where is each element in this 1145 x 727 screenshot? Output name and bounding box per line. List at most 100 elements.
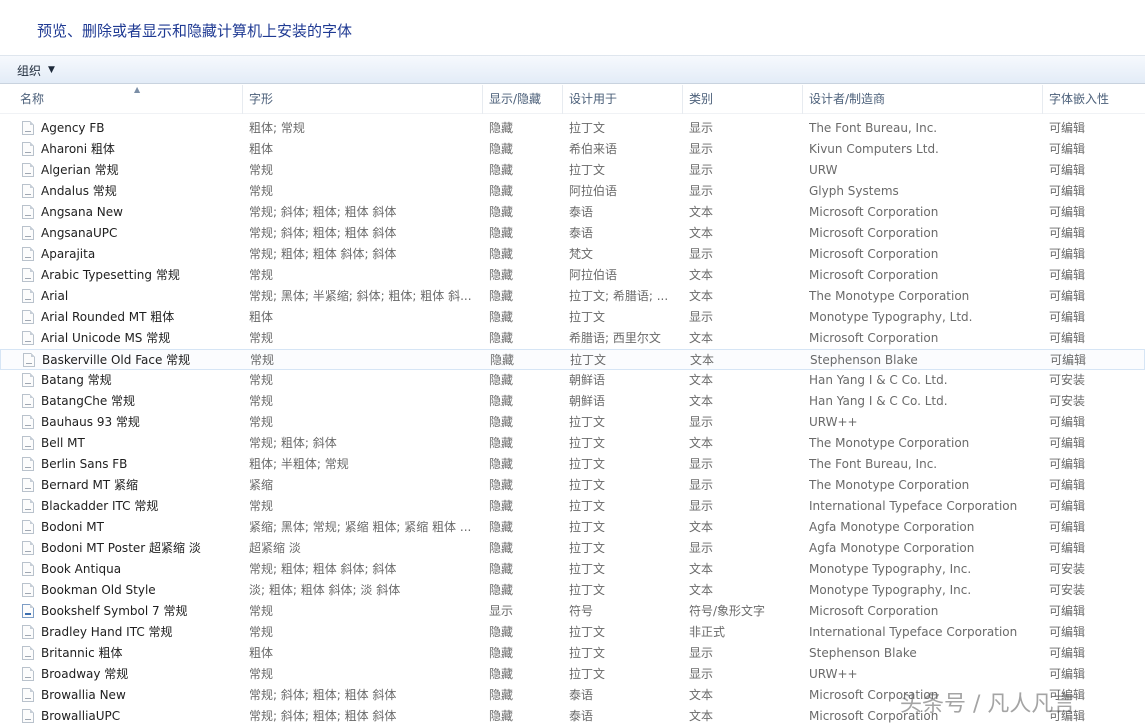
cell-style: 超紧缩 淡 [249, 541, 301, 555]
cell-embeddability: 可编辑 [1049, 247, 1086, 261]
font-file-icon [22, 604, 34, 618]
cell-visibility: 隐藏 [489, 142, 514, 156]
cell-name: Bauhaus 93 常规 [41, 415, 140, 429]
cell-visibility: 隐藏 [489, 688, 514, 702]
cell-designed-for: 拉丁文 [569, 121, 606, 135]
table-row[interactable]: Andalus 常规 常规 隐藏 阿拉伯语 显示 Glyph Systems 可编辑 [0, 181, 1145, 202]
cell-visibility: 隐藏 [489, 478, 514, 492]
table-row[interactable]: Blackadder ITC 常规 常规 隐藏 拉丁文 显示 International … [0, 496, 1145, 517]
table-row[interactable]: Arial Unicode MS 常规 常规 隐藏 希腊语; 西里尔文 文本 Micros… [0, 328, 1145, 349]
cell-category: 文本 [689, 331, 714, 345]
table-row[interactable]: Arabic Typesetting 常规 常规 隐藏 阿拉伯语 文本 Microsoft… [0, 265, 1145, 286]
font-file-icon [22, 583, 34, 597]
cell-visibility: 隐藏 [489, 184, 514, 198]
cell-name: Andalus 常规 [41, 184, 117, 198]
table-row[interactable]: Bodoni MT 紧缩; 黑体; 常规; 紧缩 粗体; 紧缩 粗体 ... 隐藏 拉… [0, 517, 1145, 538]
table-row[interactable]: Angsana New 常规; 斜体; 粗体; 粗体 斜体 隐藏 泰语 文本 Micros… [0, 202, 1145, 223]
table-row[interactable]: Aparajita 常规; 粗体; 粗体 斜体; 斜体 隐藏 梵文 显示 Microsof… [0, 244, 1145, 265]
cell-designer: Stephenson Blake [810, 353, 918, 367]
table-row[interactable]: Book Antiqua 常规; 粗体; 粗体 斜体; 斜体 隐藏 拉丁文 文本 Mono… [0, 559, 1145, 580]
sort-ascending-icon: ▲ [134, 85, 141, 94]
column-header-category[interactable]: 类别 [683, 85, 803, 114]
cell-designer: The Font Bureau, Inc. [809, 121, 938, 135]
cell-embeddability: 可安装 [1049, 394, 1086, 408]
table-row[interactable]: Bookman Old Style 淡; 粗体; 粗体 斜体; 淡 斜体 隐藏 拉丁文… [0, 580, 1145, 601]
cell-embeddability: 可编辑 [1049, 667, 1086, 681]
cell-name: Algerian 常规 [41, 163, 119, 177]
font-file-icon [22, 457, 34, 471]
organize-label: 组织 [17, 63, 42, 78]
table-row[interactable]: Arial 常规; 黑体; 半紧缩; 斜体; 粗体; 粗体 斜... 隐藏 拉丁文; … [0, 286, 1145, 307]
table-row[interactable]: Bell MT 常规; 粗体; 斜体 隐藏 拉丁文 文本 The Monotype Cor… [0, 433, 1145, 454]
table-row[interactable]: Bauhaus 93 常规 常规 隐藏 拉丁文 显示 URW++ 可编辑 [0, 412, 1145, 433]
cell-style: 粗体; 半粗体; 常规 [249, 457, 349, 471]
cell-designer: Kivun Computers Ltd. [809, 142, 939, 156]
cell-category: 显示 [689, 184, 714, 198]
column-header-label: 字形 [249, 92, 274, 106]
organize-button[interactable]: 组织 ▼ [10, 59, 62, 81]
cell-style: 常规; 斜体; 粗体; 粗体 斜体 [249, 688, 397, 702]
table-row[interactable]: Britannic 粗体 粗体 隐藏 拉丁文 显示 Stephenson Blake 可编辑 [0, 643, 1145, 664]
cell-designed-for: 拉丁文 [570, 353, 607, 367]
table-row[interactable]: Agency FB 粗体; 常规 隐藏 拉丁文 显示 The Font Bureau, I… [0, 118, 1145, 139]
font-file-icon [22, 163, 34, 177]
column-header-designer[interactable]: 设计者/制造商 [803, 85, 1043, 114]
cell-designer: URW++ [809, 667, 858, 681]
cell-style: 常规 [249, 331, 274, 345]
table-row[interactable]: Aharoni 粗体 粗体 隐藏 希伯来语 显示 Kivun Computers Ltd.… [0, 139, 1145, 160]
cell-visibility: 隐藏 [489, 373, 514, 387]
cell-category: 显示 [689, 667, 714, 681]
cell-designer: Han Yang I & C Co. Ltd. [809, 394, 948, 408]
cell-designer: Microsoft Corporation [809, 226, 939, 240]
cell-visibility: 隐藏 [489, 163, 514, 177]
cell-designed-for: 拉丁文; 希腊语; ... [569, 289, 669, 303]
table-row[interactable]: Bodoni MT Poster 超紧缩 淡 超紧缩 淡 隐藏 拉丁文 显示 Agfa M… [0, 538, 1145, 559]
cell-name: Bodoni MT Poster 超紧缩 淡 [41, 541, 201, 555]
table-row[interactable]: Algerian 常规 常规 隐藏 拉丁文 显示 URW 可编辑 [0, 160, 1145, 181]
cell-category: 文本 [689, 373, 714, 387]
cell-category: 显示 [689, 121, 714, 135]
table-row[interactable]: Baskerville Old Face 常规 常规 隐藏 拉丁文 文本 Stephens… [0, 349, 1145, 370]
table-row[interactable]: AngsanaUPC 常规; 斜体; 粗体; 粗体 斜体 隐藏 泰语 文本 Microso… [0, 223, 1145, 244]
table-row[interactable]: Broadway 常规 常规 隐藏 拉丁文 显示 URW++ 可编辑 [0, 664, 1145, 685]
font-file-icon [22, 646, 34, 660]
cell-style: 粗体 [249, 646, 274, 660]
table-row[interactable]: Bradley Hand ITC 常规 常规 隐藏 拉丁文 非正式 Internation… [0, 622, 1145, 643]
cell-style: 常规 [249, 373, 274, 387]
font-file-icon [22, 667, 34, 681]
cell-category: 显示 [689, 457, 714, 471]
column-header-style[interactable]: 字形 [243, 85, 483, 114]
cell-designed-for: 符号 [569, 604, 594, 618]
cell-category: 显示 [689, 541, 714, 555]
font-file-icon [22, 709, 34, 723]
table-row[interactable]: BatangChe 常规 常规 隐藏 朝鲜语 文本 Han Yang I & C Co. … [0, 391, 1145, 412]
cell-name: Bookshelf Symbol 7 常规 [41, 604, 188, 618]
cell-designed-for: 梵文 [569, 247, 594, 261]
cell-embeddability: 可编辑 [1049, 457, 1086, 471]
cell-name: Arial Unicode MS 常规 [41, 331, 171, 345]
column-header-name[interactable]: 名称 ▲ [14, 85, 243, 114]
cell-style: 常规; 斜体; 粗体; 粗体 斜体 [249, 205, 397, 219]
table-row[interactable]: Bernard MT 紧缩 紧缩 隐藏 拉丁文 显示 The Monotype Corpo… [0, 475, 1145, 496]
cell-embeddability: 可编辑 [1049, 415, 1086, 429]
cell-designer: Microsoft Corporation [809, 205, 939, 219]
cell-embeddability: 可编辑 [1049, 142, 1086, 156]
column-header-embeddability[interactable]: 字体嵌入性 [1043, 85, 1145, 114]
cell-designer: Monotype Typography, Inc. [809, 583, 972, 597]
font-file-icon [22, 184, 34, 198]
column-header-designed-for[interactable]: 设计用于 [563, 85, 683, 114]
table-row[interactable]: Arial Rounded MT 粗体 粗体 隐藏 拉丁文 显示 Monotype Typ… [0, 307, 1145, 328]
cell-name: Batang 常规 [41, 373, 112, 387]
table-row[interactable]: Bookshelf Symbol 7 常规 常规 显示 符号 符号/象形文字 Micros… [0, 601, 1145, 622]
table-row[interactable]: Berlin Sans FB 粗体; 半粗体; 常规 隐藏 拉丁文 显示 The Font… [0, 454, 1145, 475]
cell-category: 显示 [689, 247, 714, 261]
cell-designer: The Font Bureau, Inc. [809, 457, 938, 471]
column-header-visibility[interactable]: 显示/隐藏 [483, 85, 563, 114]
table-row[interactable]: Batang 常规 常规 隐藏 朝鲜语 文本 Han Yang I & C Co. Ltd… [0, 370, 1145, 391]
cell-designed-for: 泰语 [569, 709, 594, 723]
cell-category: 符号/象形文字 [689, 604, 766, 618]
cell-style: 常规 [250, 353, 275, 367]
font-file-icon [22, 331, 34, 345]
cell-visibility: 隐藏 [489, 499, 514, 513]
cell-designed-for: 拉丁文 [569, 499, 606, 513]
